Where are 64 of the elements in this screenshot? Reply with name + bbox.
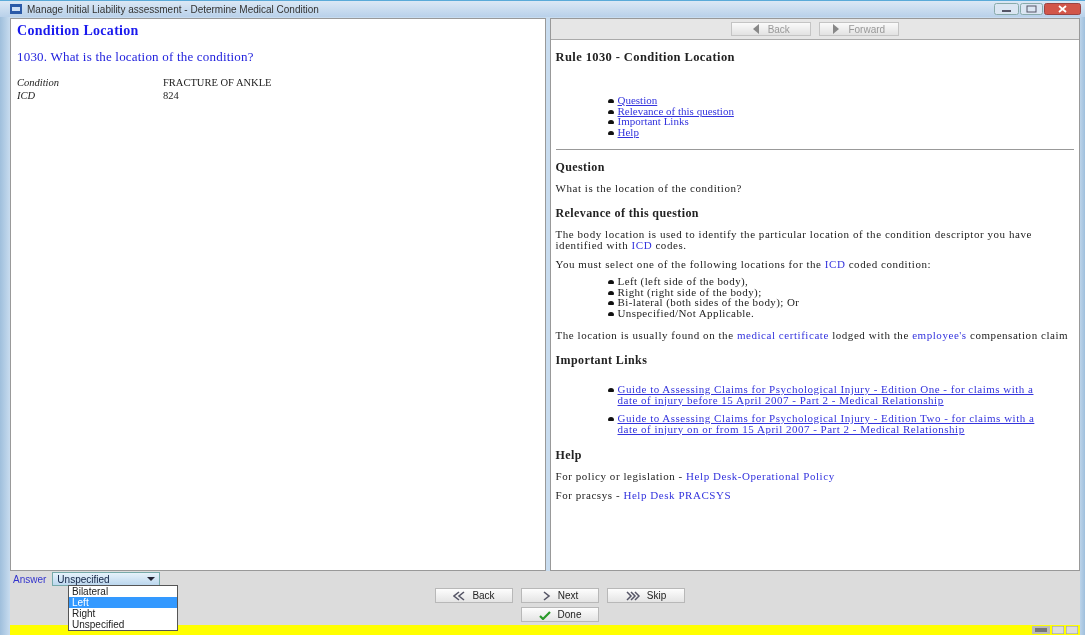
close-icon[interactable] <box>1044 3 1081 15</box>
bullet-icon <box>607 388 614 392</box>
inline-link[interactable]: ICD <box>631 239 653 251</box>
section-heading: Question <box>555 160 606 175</box>
section-heading: Important Links <box>555 353 649 368</box>
done-button[interactable]: Done <box>521 607 599 622</box>
triangle-left-icon <box>751 24 760 34</box>
bullet-icon <box>607 290 614 295</box>
paragraph: The location is usually found on the medical certificate lodged with the employee's compensation claim <box>555 330 1070 341</box>
document-link[interactable]: Guide to Assessing Claims for Psychological Injury - Edition One - for claims with a date of injury before 15 April 2007 - Part 2 - Medical Relationship <box>617 384 1044 405</box>
document-link[interactable]: Guide to Assessing Claims for Psychological Injury - Edition Two - for claims with a date of injury on or from 15 April 2007 - Part 2 - Medical Relationship <box>617 413 1044 434</box>
inline-link[interactable]: medical certificate <box>736 329 829 341</box>
contents-link[interactable]: Help <box>617 126 639 137</box>
triple-chevron-right-icon <box>625 590 640 601</box>
field-label: ICD <box>17 90 37 101</box>
field-value: 824 <box>163 90 180 101</box>
minimize-icon[interactable] <box>994 3 1019 15</box>
answer-label: Answer <box>13 573 47 585</box>
contents-link[interactable]: Important Links <box>617 116 689 127</box>
chevron-right-icon <box>541 590 551 601</box>
pane-heading: Condition Location <box>17 23 140 39</box>
paragraph: You must select one of the following locations for the ICD coded condition: <box>555 259 933 270</box>
paragraph: The body location is used to identify the particular location of the condition descriptor you have identified with ICD codes. <box>555 229 1033 251</box>
bullet-icon <box>607 109 614 114</box>
bullet-icon <box>607 301 614 305</box>
list-item: Right (right side of the body); <box>617 286 762 297</box>
contents-link[interactable]: Relevance of this question <box>617 105 734 116</box>
paragraph: For policy or legislation - Help Desk-Operational Policy <box>555 471 836 482</box>
dropdown-option[interactable]: Right <box>69 608 177 619</box>
rule-title: Rule 1030 - Condition Location <box>555 50 736 65</box>
inline-link[interactable]: ICD <box>824 258 846 270</box>
window-title: Manage Initial Liability assessment - Determine Medical Condition <box>27 3 320 15</box>
list-item: Unspecified/Not Applicable. <box>617 307 755 318</box>
inline-link[interactable]: employee's <box>912 329 967 341</box>
field-value: FRACTURE OF ANKLE <box>163 77 273 88</box>
bullet-icon <box>607 130 614 135</box>
bullet-icon <box>607 417 614 421</box>
field-label: Condition <box>17 77 60 88</box>
inline-link[interactable]: Help Desk PRACSYS <box>623 489 732 501</box>
list-item: Left (left side of the body), <box>617 276 749 287</box>
bullet-icon <box>607 120 614 124</box>
contents-link[interactable]: Question <box>617 95 658 106</box>
next-button[interactable]: Next <box>521 588 599 603</box>
paragraph: For pracsys - Help Desk PRACSYS <box>555 490 733 501</box>
skip-button[interactable]: Skip <box>607 588 685 603</box>
answer-dropdown[interactable]: Unspecified <box>52 572 161 586</box>
dropdown-option[interactable]: Bilateral <box>69 586 177 597</box>
triangle-right-icon <box>832 24 841 34</box>
section-heading: Help <box>555 448 583 463</box>
paragraph: What is the location of the condition? <box>555 183 743 194</box>
section-heading: Relevance of this question <box>555 206 700 221</box>
check-icon <box>538 609 551 620</box>
app-icon <box>10 4 22 14</box>
bullet-icon <box>607 311 614 316</box>
dropdown-caret-icon <box>147 577 156 581</box>
question-text: 1030. What is the location of the condition? <box>17 49 255 65</box>
double-chevron-left-icon <box>453 590 466 601</box>
keyboard-icon <box>1032 626 1050 634</box>
list-item: Bi-lateral (both sides of the body); Or <box>617 297 800 308</box>
inline-link[interactable]: Help Desk-Operational Policy <box>686 470 835 482</box>
dropdown-option[interactable]: Unspecified <box>69 619 177 630</box>
bullet-icon <box>607 280 614 284</box>
bullet-icon <box>607 99 614 103</box>
back-button[interactable]: Back <box>435 588 513 603</box>
